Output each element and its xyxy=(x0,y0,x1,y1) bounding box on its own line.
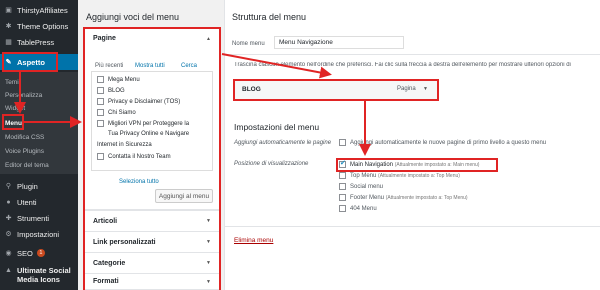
annotation-arrows xyxy=(14,53,371,156)
arrow-panel-to-structure xyxy=(221,53,332,79)
